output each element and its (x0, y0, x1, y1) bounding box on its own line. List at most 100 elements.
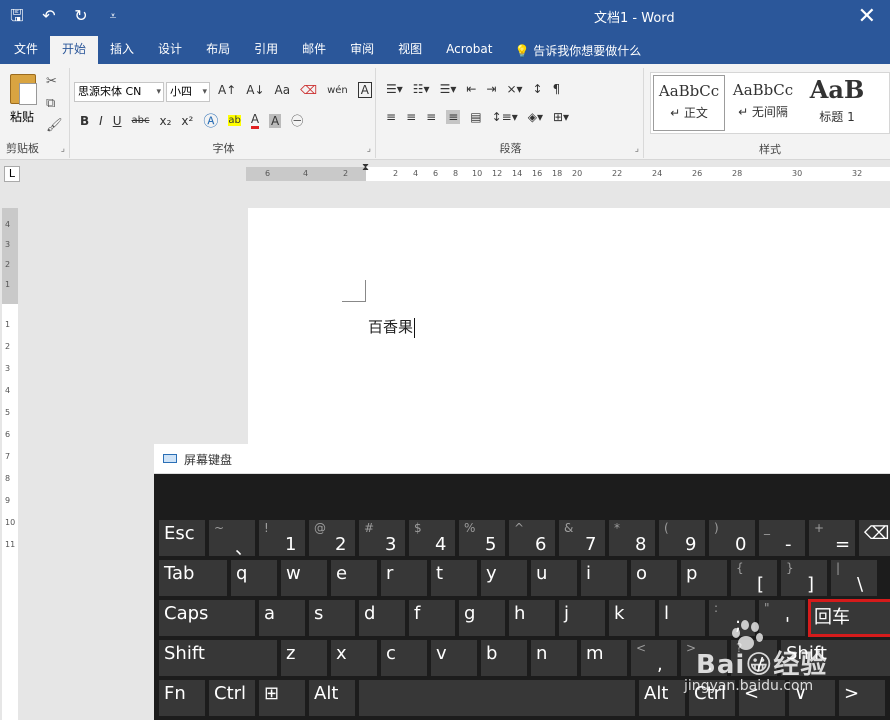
key-u[interactable]: u (531, 560, 577, 596)
key-2[interactable]: @2 (309, 520, 355, 556)
key-.[interactable]: >. (681, 640, 727, 676)
indent-marker-icon[interactable]: ⧗ (362, 162, 369, 173)
key-\[interactable]: | \ (831, 560, 877, 596)
key-∨[interactable]: ∨ (789, 680, 835, 716)
key-9[interactable]: (9 (659, 520, 705, 556)
line-spacing-icon[interactable]: ↕≡▾ (492, 110, 518, 124)
superscript-button[interactable]: x² (181, 114, 193, 128)
key-c[interactable]: c (381, 640, 427, 676)
key-Ctrl[interactable]: Ctrl (689, 680, 735, 716)
key-l[interactable]: l (659, 600, 705, 636)
key-v[interactable]: v (431, 640, 477, 676)
key-,[interactable]: <, (631, 640, 677, 676)
tab-view[interactable]: 视图 (386, 36, 434, 64)
key-⌫[interactable]: ⌫ (859, 520, 890, 556)
tab-mailings[interactable]: 邮件 (290, 36, 338, 64)
tell-me-search[interactable]: 💡 告诉我你想要做什么 (514, 38, 641, 64)
horizontal-ruler[interactable]: L 6 4 2 ⧗ 2 4 6 8 10 12 14 16 18 20 22 2… (0, 160, 890, 188)
paste-icon[interactable] (10, 74, 37, 105)
style-heading-1[interactable]: AaB 标题 1 (801, 75, 873, 131)
key-z[interactable]: z (281, 640, 327, 676)
document-body[interactable]: 百香果 (368, 316, 416, 338)
char-shading-icon[interactable]: A (269, 113, 282, 128)
key-space[interactable] (359, 680, 635, 716)
redo-icon[interactable]: ↻ (72, 6, 90, 26)
save-icon[interactable]: 🖫 (8, 6, 26, 26)
key-g[interactable]: g (459, 600, 505, 636)
strikethrough-button[interactable]: abc (132, 115, 150, 126)
key-b[interactable]: b (481, 640, 527, 676)
shading-icon[interactable]: ◈▾ (528, 110, 543, 124)
align-center-icon[interactable]: ≡ (406, 110, 416, 124)
style-no-spacing[interactable]: AaBbCc ↵ 无间隔 (727, 75, 799, 131)
align-right-icon[interactable]: ≡ (426, 110, 436, 124)
key-e[interactable]: e (331, 560, 377, 596)
multilevel-list-icon[interactable]: ☰▾ (440, 82, 457, 96)
font-size-combo[interactable]: 小四 ▾ (166, 82, 210, 102)
key-;[interactable]: :; (709, 600, 755, 636)
key-s[interactable]: s (309, 600, 355, 636)
text-effects-icon[interactable]: Ⓐ (203, 110, 218, 131)
key-m[interactable]: m (581, 640, 627, 676)
sort-icon[interactable]: ↕ (533, 82, 543, 96)
key-r[interactable]: r (381, 560, 427, 596)
key-5[interactable]: % 5 (459, 520, 505, 556)
key->[interactable]: > (839, 680, 885, 716)
paste-button[interactable]: 粘贴 (10, 108, 34, 125)
tab-home[interactable]: 开始 (50, 36, 99, 64)
tab-references[interactable]: 引用 (242, 36, 290, 64)
key-1[interactable]: ! 1 (259, 520, 305, 556)
clipboard-launcher-icon[interactable]: ⌟ (61, 144, 65, 154)
key-Ctrl[interactable]: Ctrl (209, 680, 255, 716)
font-color-button[interactable]: A (250, 112, 260, 129)
key-、[interactable]: ~、 (209, 520, 255, 559)
tab-design[interactable]: 设计 (146, 36, 194, 64)
key-=[interactable]: + = (809, 520, 855, 556)
key-Tab[interactable]: Tab (159, 560, 227, 596)
tab-layout[interactable]: 布局 (194, 36, 242, 64)
grow-font-button[interactable]: A↑ (218, 83, 236, 97)
key-o[interactable]: o (631, 560, 677, 596)
key-Fn[interactable]: Fn (159, 680, 205, 716)
highlight-button[interactable]: ab (228, 115, 241, 126)
enclose-char-icon[interactable]: ㊀ (291, 112, 303, 129)
key-Shift[interactable]: Shift (159, 640, 277, 676)
numbering-icon[interactable]: ☷▾ (413, 82, 430, 96)
key-3[interactable]: #3 (359, 520, 405, 556)
key-h[interactable]: h (509, 600, 555, 636)
key--[interactable]: _ - (759, 520, 805, 556)
tab-file[interactable]: 文件 (0, 36, 50, 64)
subscript-button[interactable]: x₂ (159, 114, 171, 128)
key-Caps[interactable]: Caps (159, 600, 255, 636)
underline-button[interactable]: U (113, 114, 122, 128)
key-回车[interactable]: 回车 (808, 599, 890, 637)
borders-icon[interactable]: ⊞▾ (553, 110, 569, 124)
key-'[interactable]: " ' (759, 600, 805, 636)
format-painter-icon[interactable]: 🖌 (46, 118, 63, 133)
justify-icon[interactable]: ≡ (446, 110, 461, 124)
close-icon[interactable]: ✕ (858, 4, 876, 29)
key-4[interactable]: $4 (409, 520, 455, 556)
align-left-icon[interactable]: ≡ (386, 110, 396, 124)
asian-layout-icon[interactable]: ⨯▾ (506, 82, 522, 96)
key-Shift[interactable]: Shift (781, 640, 890, 676)
key-][interactable]: }] (781, 560, 827, 596)
shrink-font-button[interactable]: A↓ (246, 83, 264, 97)
osk-title-bar[interactable]: 屏幕键盘 (154, 444, 890, 474)
clear-format-icon[interactable]: ⌫ (300, 83, 317, 97)
bold-button[interactable]: B (80, 114, 89, 128)
distributed-icon[interactable]: ▤ (470, 110, 481, 124)
key-8[interactable]: * 8 (609, 520, 655, 556)
tab-acrobat[interactable]: Acrobat (434, 36, 504, 64)
key-j[interactable]: j (559, 600, 605, 636)
key-a[interactable]: a (259, 600, 305, 636)
cut-icon[interactable]: ✂ (46, 74, 57, 89)
style-normal[interactable]: AaBbCc ↵ 正文 (653, 75, 725, 131)
key-p[interactable]: p (681, 560, 727, 596)
key-x[interactable]: x (331, 640, 377, 676)
font-family-combo[interactable]: 思源宋体 CN ▾ (74, 82, 164, 102)
tab-stop-selector[interactable]: L (4, 166, 20, 182)
key-f[interactable]: f (409, 600, 455, 636)
tab-insert[interactable]: 插入 (98, 36, 146, 64)
key-Alt[interactable]: Alt (309, 680, 355, 716)
